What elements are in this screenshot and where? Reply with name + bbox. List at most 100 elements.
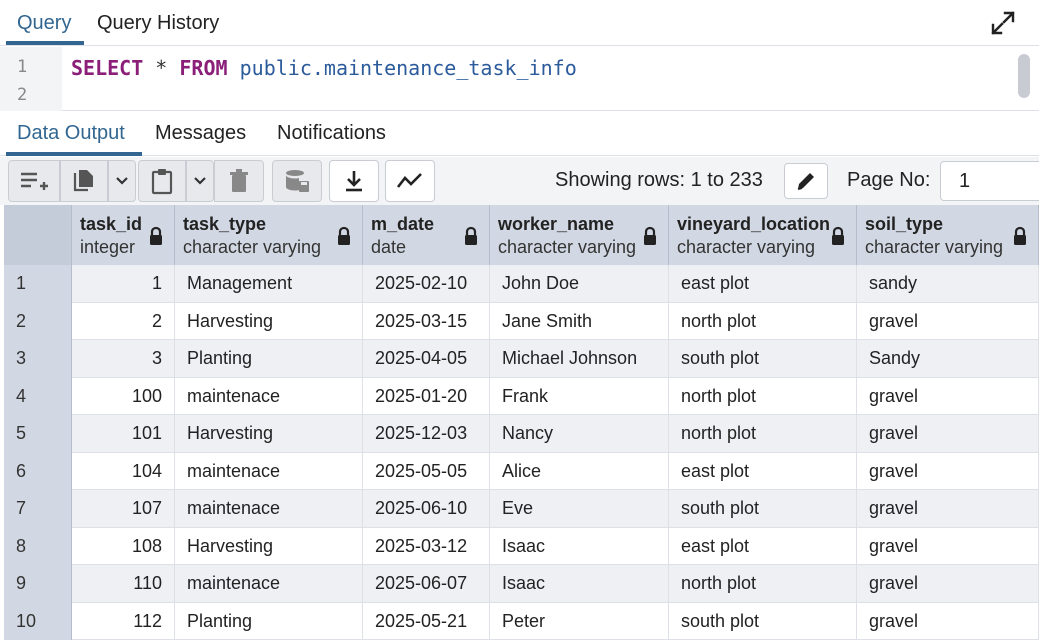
- table-cell[interactable]: 1: [72, 265, 175, 303]
- table-cell[interactable]: 3: [72, 340, 175, 378]
- table-cell[interactable]: gravel: [857, 602, 1039, 640]
- table-cell[interactable]: 2: [72, 302, 175, 340]
- row-number[interactable]: 8: [4, 527, 72, 565]
- row-number[interactable]: 1: [4, 265, 72, 303]
- table-row[interactable]: 1 1 Management 2025-02-10 John Doe east plot s…: [4, 265, 1039, 303]
- row-number[interactable]: 5: [4, 415, 72, 453]
- table-cell[interactable]: Planting: [175, 340, 363, 378]
- table-cell[interactable]: 110: [72, 565, 175, 603]
- table-row[interactable]: 2 2 Harvesting 2025-03-15 Jane Smith north pl…: [4, 302, 1039, 340]
- table-cell[interactable]: Sandy: [857, 340, 1039, 378]
- tab-messages[interactable]: Messages: [155, 111, 246, 155]
- table-cell[interactable]: gravel: [857, 490, 1039, 528]
- table-cell[interactable]: south plot: [669, 340, 857, 378]
- table-cell[interactable]: 2025-06-07: [363, 565, 490, 603]
- edit-rows-button[interactable]: [784, 163, 828, 199]
- row-number[interactable]: 3: [4, 340, 72, 378]
- table-cell[interactable]: south plot: [669, 490, 857, 528]
- column-header-m-date[interactable]: m_date date: [363, 205, 490, 265]
- copy-options-dropdown[interactable]: [108, 160, 136, 202]
- table-cell[interactable]: maintenace: [175, 490, 363, 528]
- table-cell[interactable]: gravel: [857, 452, 1039, 490]
- column-header-task-id[interactable]: task_id integer: [72, 205, 175, 265]
- row-number[interactable]: 2: [4, 302, 72, 340]
- table-cell[interactable]: 2025-06-10: [363, 490, 490, 528]
- table-cell[interactable]: gravel: [857, 415, 1039, 453]
- table-row[interactable]: 10 112 Planting 2025-05-21 Peter south plot gr…: [4, 602, 1039, 640]
- add-row-button[interactable]: [8, 160, 60, 202]
- tab-query[interactable]: Query: [17, 0, 71, 46]
- table-row[interactable]: 5 101 Harvesting 2025-12-03 Nancy north plot g…: [4, 415, 1039, 453]
- table-cell[interactable]: maintenace: [175, 377, 363, 415]
- row-number[interactable]: 6: [4, 452, 72, 490]
- delete-row-button[interactable]: [214, 160, 264, 202]
- table-cell[interactable]: John Doe: [490, 265, 669, 303]
- table-cell[interactable]: Harvesting: [175, 527, 363, 565]
- tab-query-history[interactable]: Query History: [97, 0, 219, 46]
- table-cell[interactable]: north plot: [669, 565, 857, 603]
- table-cell[interactable]: 104: [72, 452, 175, 490]
- table-cell[interactable]: sandy: [857, 265, 1039, 303]
- sql-editor[interactable]: 1 2 SELECT * FROM public.maintenance_tas…: [0, 47, 1039, 111]
- table-cell[interactable]: Harvesting: [175, 415, 363, 453]
- table-cell[interactable]: south plot: [669, 602, 857, 640]
- table-cell[interactable]: north plot: [669, 415, 857, 453]
- code-line[interactable]: SELECT * FROM public.maintenance_task_in…: [71, 56, 577, 80]
- table-cell[interactable]: Alice: [490, 452, 669, 490]
- table-cell[interactable]: Peter: [490, 602, 669, 640]
- column-header-soil-type[interactable]: soil_type character varying: [857, 205, 1039, 265]
- row-number[interactable]: 10: [4, 602, 72, 640]
- table-cell[interactable]: 100: [72, 377, 175, 415]
- column-header-worker-name[interactable]: worker_name character varying: [490, 205, 669, 265]
- table-cell[interactable]: Harvesting: [175, 302, 363, 340]
- table-cell[interactable]: 2025-01-20: [363, 377, 490, 415]
- table-cell[interactable]: east plot: [669, 452, 857, 490]
- table-cell[interactable]: maintenace: [175, 565, 363, 603]
- table-cell[interactable]: north plot: [669, 377, 857, 415]
- row-number[interactable]: 4: [4, 377, 72, 415]
- table-row[interactable]: 9 110 maintenace 2025-06-07 Isaac north plot g…: [4, 565, 1039, 603]
- expand-icon[interactable]: [990, 10, 1016, 36]
- table-row[interactable]: 7 107 maintenace 2025-06-10 Eve south plot gra…: [4, 490, 1039, 528]
- table-cell[interactable]: 2025-12-03: [363, 415, 490, 453]
- paste-button[interactable]: [138, 160, 186, 202]
- table-cell[interactable]: 2025-05-21: [363, 602, 490, 640]
- graph-visualiser-button[interactable]: [385, 160, 435, 202]
- table-cell[interactable]: 2025-04-05: [363, 340, 490, 378]
- table-cell[interactable]: 112: [72, 602, 175, 640]
- table-cell[interactable]: Michael Johnson: [490, 340, 669, 378]
- select-all-corner[interactable]: [4, 205, 72, 265]
- table-cell[interactable]: gravel: [857, 377, 1039, 415]
- table-cell[interactable]: east plot: [669, 265, 857, 303]
- table-cell[interactable]: north plot: [669, 302, 857, 340]
- table-cell[interactable]: Planting: [175, 602, 363, 640]
- table-cell[interactable]: Jane Smith: [490, 302, 669, 340]
- table-cell[interactable]: east plot: [669, 527, 857, 565]
- paste-options-dropdown[interactable]: [186, 160, 214, 202]
- row-number[interactable]: 7: [4, 490, 72, 528]
- row-number[interactable]: 9: [4, 565, 72, 603]
- save-data-button[interactable]: [272, 160, 322, 202]
- table-cell[interactable]: 2025-03-12: [363, 527, 490, 565]
- editor-scrollbar[interactable]: [1018, 54, 1030, 98]
- table-row[interactable]: 3 3 Planting 2025-04-05 Michael Johnson south…: [4, 340, 1039, 378]
- page-number-input[interactable]: 1: [940, 161, 1039, 201]
- table-cell[interactable]: 2025-05-05: [363, 452, 490, 490]
- column-header-vineyard-location[interactable]: vineyard_location character varying: [669, 205, 857, 265]
- table-cell[interactable]: Management: [175, 265, 363, 303]
- table-cell[interactable]: gravel: [857, 302, 1039, 340]
- table-row[interactable]: 8 108 Harvesting 2025-03-12 Isaac east plot gr…: [4, 527, 1039, 565]
- table-cell[interactable]: 108: [72, 527, 175, 565]
- tab-notifications[interactable]: Notifications: [277, 111, 386, 155]
- table-cell[interactable]: gravel: [857, 527, 1039, 565]
- table-cell[interactable]: Isaac: [490, 565, 669, 603]
- table-cell[interactable]: Eve: [490, 490, 669, 528]
- table-row[interactable]: 4 100 maintenace 2025-01-20 Frank north plot g…: [4, 377, 1039, 415]
- table-cell[interactable]: Isaac: [490, 527, 669, 565]
- table-cell[interactable]: 101: [72, 415, 175, 453]
- tab-data-output[interactable]: Data Output: [17, 111, 125, 155]
- table-cell[interactable]: 2025-03-15: [363, 302, 490, 340]
- table-cell[interactable]: Nancy: [490, 415, 669, 453]
- table-cell[interactable]: gravel: [857, 565, 1039, 603]
- table-cell[interactable]: maintenace: [175, 452, 363, 490]
